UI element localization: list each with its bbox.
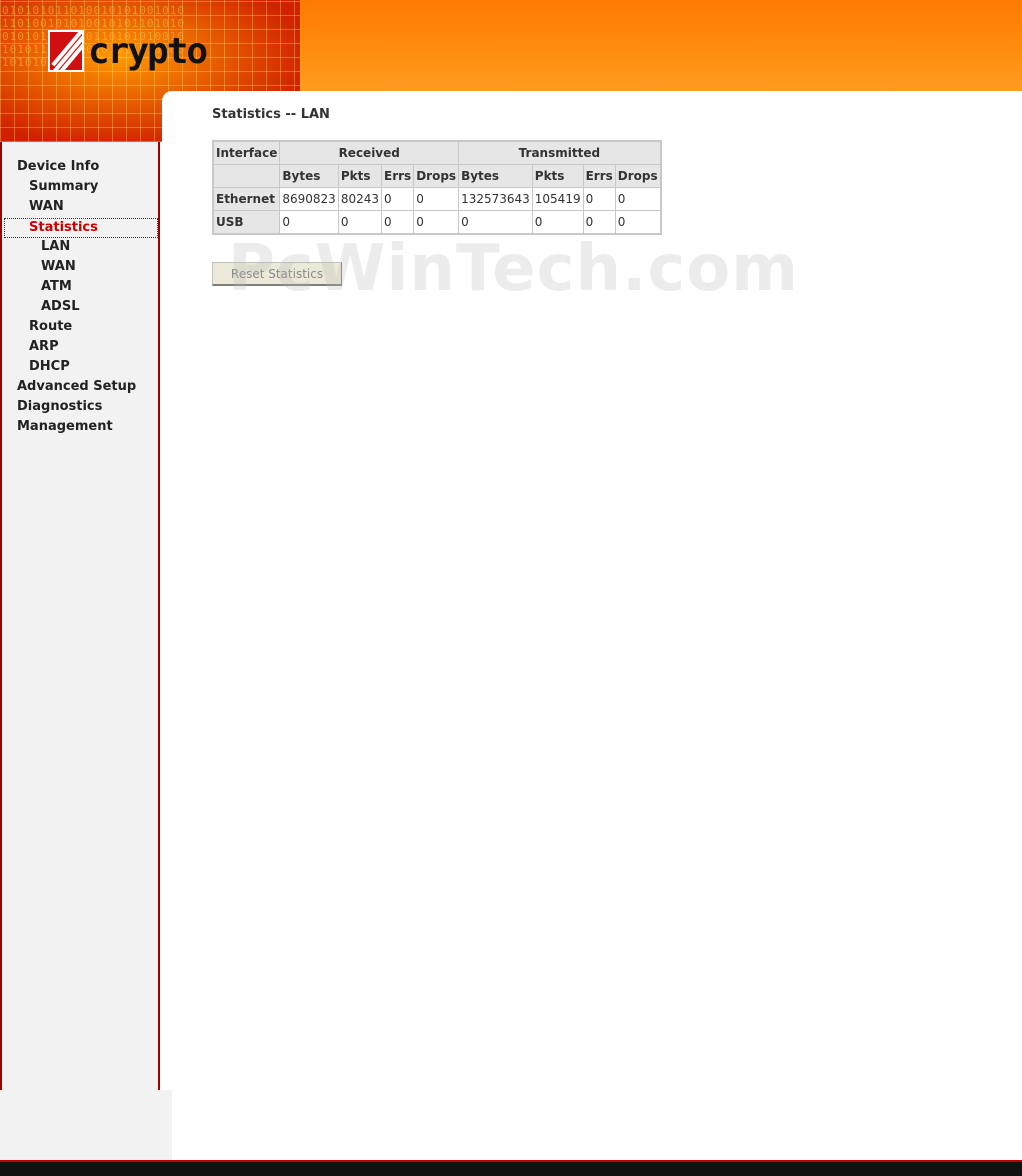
sidebar-item-device-info[interactable]: Device Info [17, 158, 99, 176]
reset-statistics-button[interactable]: Reset Statistics [212, 262, 342, 286]
subheader-tx-drops: Drops [614, 164, 662, 188]
logo-text: crypto [88, 30, 208, 72]
subheader-tx-pkts: Pkts [531, 164, 584, 188]
page-title: Statistics -- LAN [212, 107, 330, 122]
table-row: USB 0 0 0 0 0 0 0 0 [212, 210, 662, 235]
table-cell: 0 [531, 210, 584, 235]
table-cell: 0 [381, 187, 415, 211]
sidebar-item-statistics-lan[interactable]: LAN [41, 238, 70, 256]
header-transmitted: Transmitted [458, 140, 662, 165]
header-interface: Interface [212, 140, 281, 165]
crypto-logo: crypto [48, 30, 208, 72]
table-cell: 0 [381, 210, 415, 235]
content-panel [162, 91, 1022, 1161]
table-cell: 80243 [337, 187, 383, 211]
sidebar-item-statistics-wan[interactable]: WAN [41, 258, 76, 276]
sidebar-item-wan[interactable]: WAN [29, 198, 64, 216]
table-cell: 0 [614, 187, 662, 211]
sidebar-footer [0, 1090, 172, 1160]
table-cell: 0 [458, 210, 533, 235]
table-cell: 0 [413, 187, 460, 211]
statistics-table: Interface Received Transmitted Bytes Pkt… [212, 140, 662, 235]
table-cell: 0 [582, 187, 616, 211]
table-row: Ethernet 8690823 80243 0 0 132573643 105… [212, 187, 662, 211]
table-cell: 0 [279, 210, 339, 235]
sidebar-item-statistics[interactable]: Statistics [4, 218, 158, 238]
subheader-rx-pkts: Pkts [337, 164, 383, 188]
subheader-rx-errs: Errs [381, 164, 415, 188]
subheader-tx-errs: Errs [582, 164, 616, 188]
table-header-row: Interface Received Transmitted [212, 140, 662, 165]
table-cell: 8690823 [279, 187, 339, 211]
header-received: Received [279, 140, 460, 165]
table-cell: 0 [337, 210, 383, 235]
sidebar-item-statistics-atm[interactable]: ATM [41, 278, 72, 296]
row-label-usb: USB [212, 210, 281, 235]
subheader-rx-bytes: Bytes [279, 164, 339, 188]
subheader-blank [212, 164, 281, 188]
footer-bar [0, 1160, 1022, 1176]
sidebar-item-management[interactable]: Management [17, 418, 113, 436]
sidebar-item-advanced-setup[interactable]: Advanced Setup [17, 378, 136, 396]
table-cell: 0 [413, 210, 460, 235]
subheader-tx-bytes: Bytes [458, 164, 533, 188]
table-cell: 0 [614, 210, 662, 235]
table-subheader-row: Bytes Pkts Errs Drops Bytes Pkts Errs Dr… [212, 164, 662, 188]
sidebar-item-summary[interactable]: Summary [29, 178, 98, 196]
sidebar-item-diagnostics[interactable]: Diagnostics [17, 398, 102, 416]
sidebar-item-statistics-adsl[interactable]: ADSL [41, 298, 80, 316]
sidebar [0, 142, 160, 1090]
row-label-ethernet: Ethernet [212, 187, 281, 211]
sidebar-item-arp[interactable]: ARP [29, 338, 59, 356]
sidebar-item-dhcp[interactable]: DHCP [29, 358, 70, 376]
table-cell: 0 [582, 210, 616, 235]
table-cell: 105419 [531, 187, 584, 211]
subheader-rx-drops: Drops [413, 164, 460, 188]
logo-mark-icon [48, 30, 84, 72]
sidebar-item-route[interactable]: Route [29, 318, 72, 336]
table-cell: 132573643 [458, 187, 533, 211]
